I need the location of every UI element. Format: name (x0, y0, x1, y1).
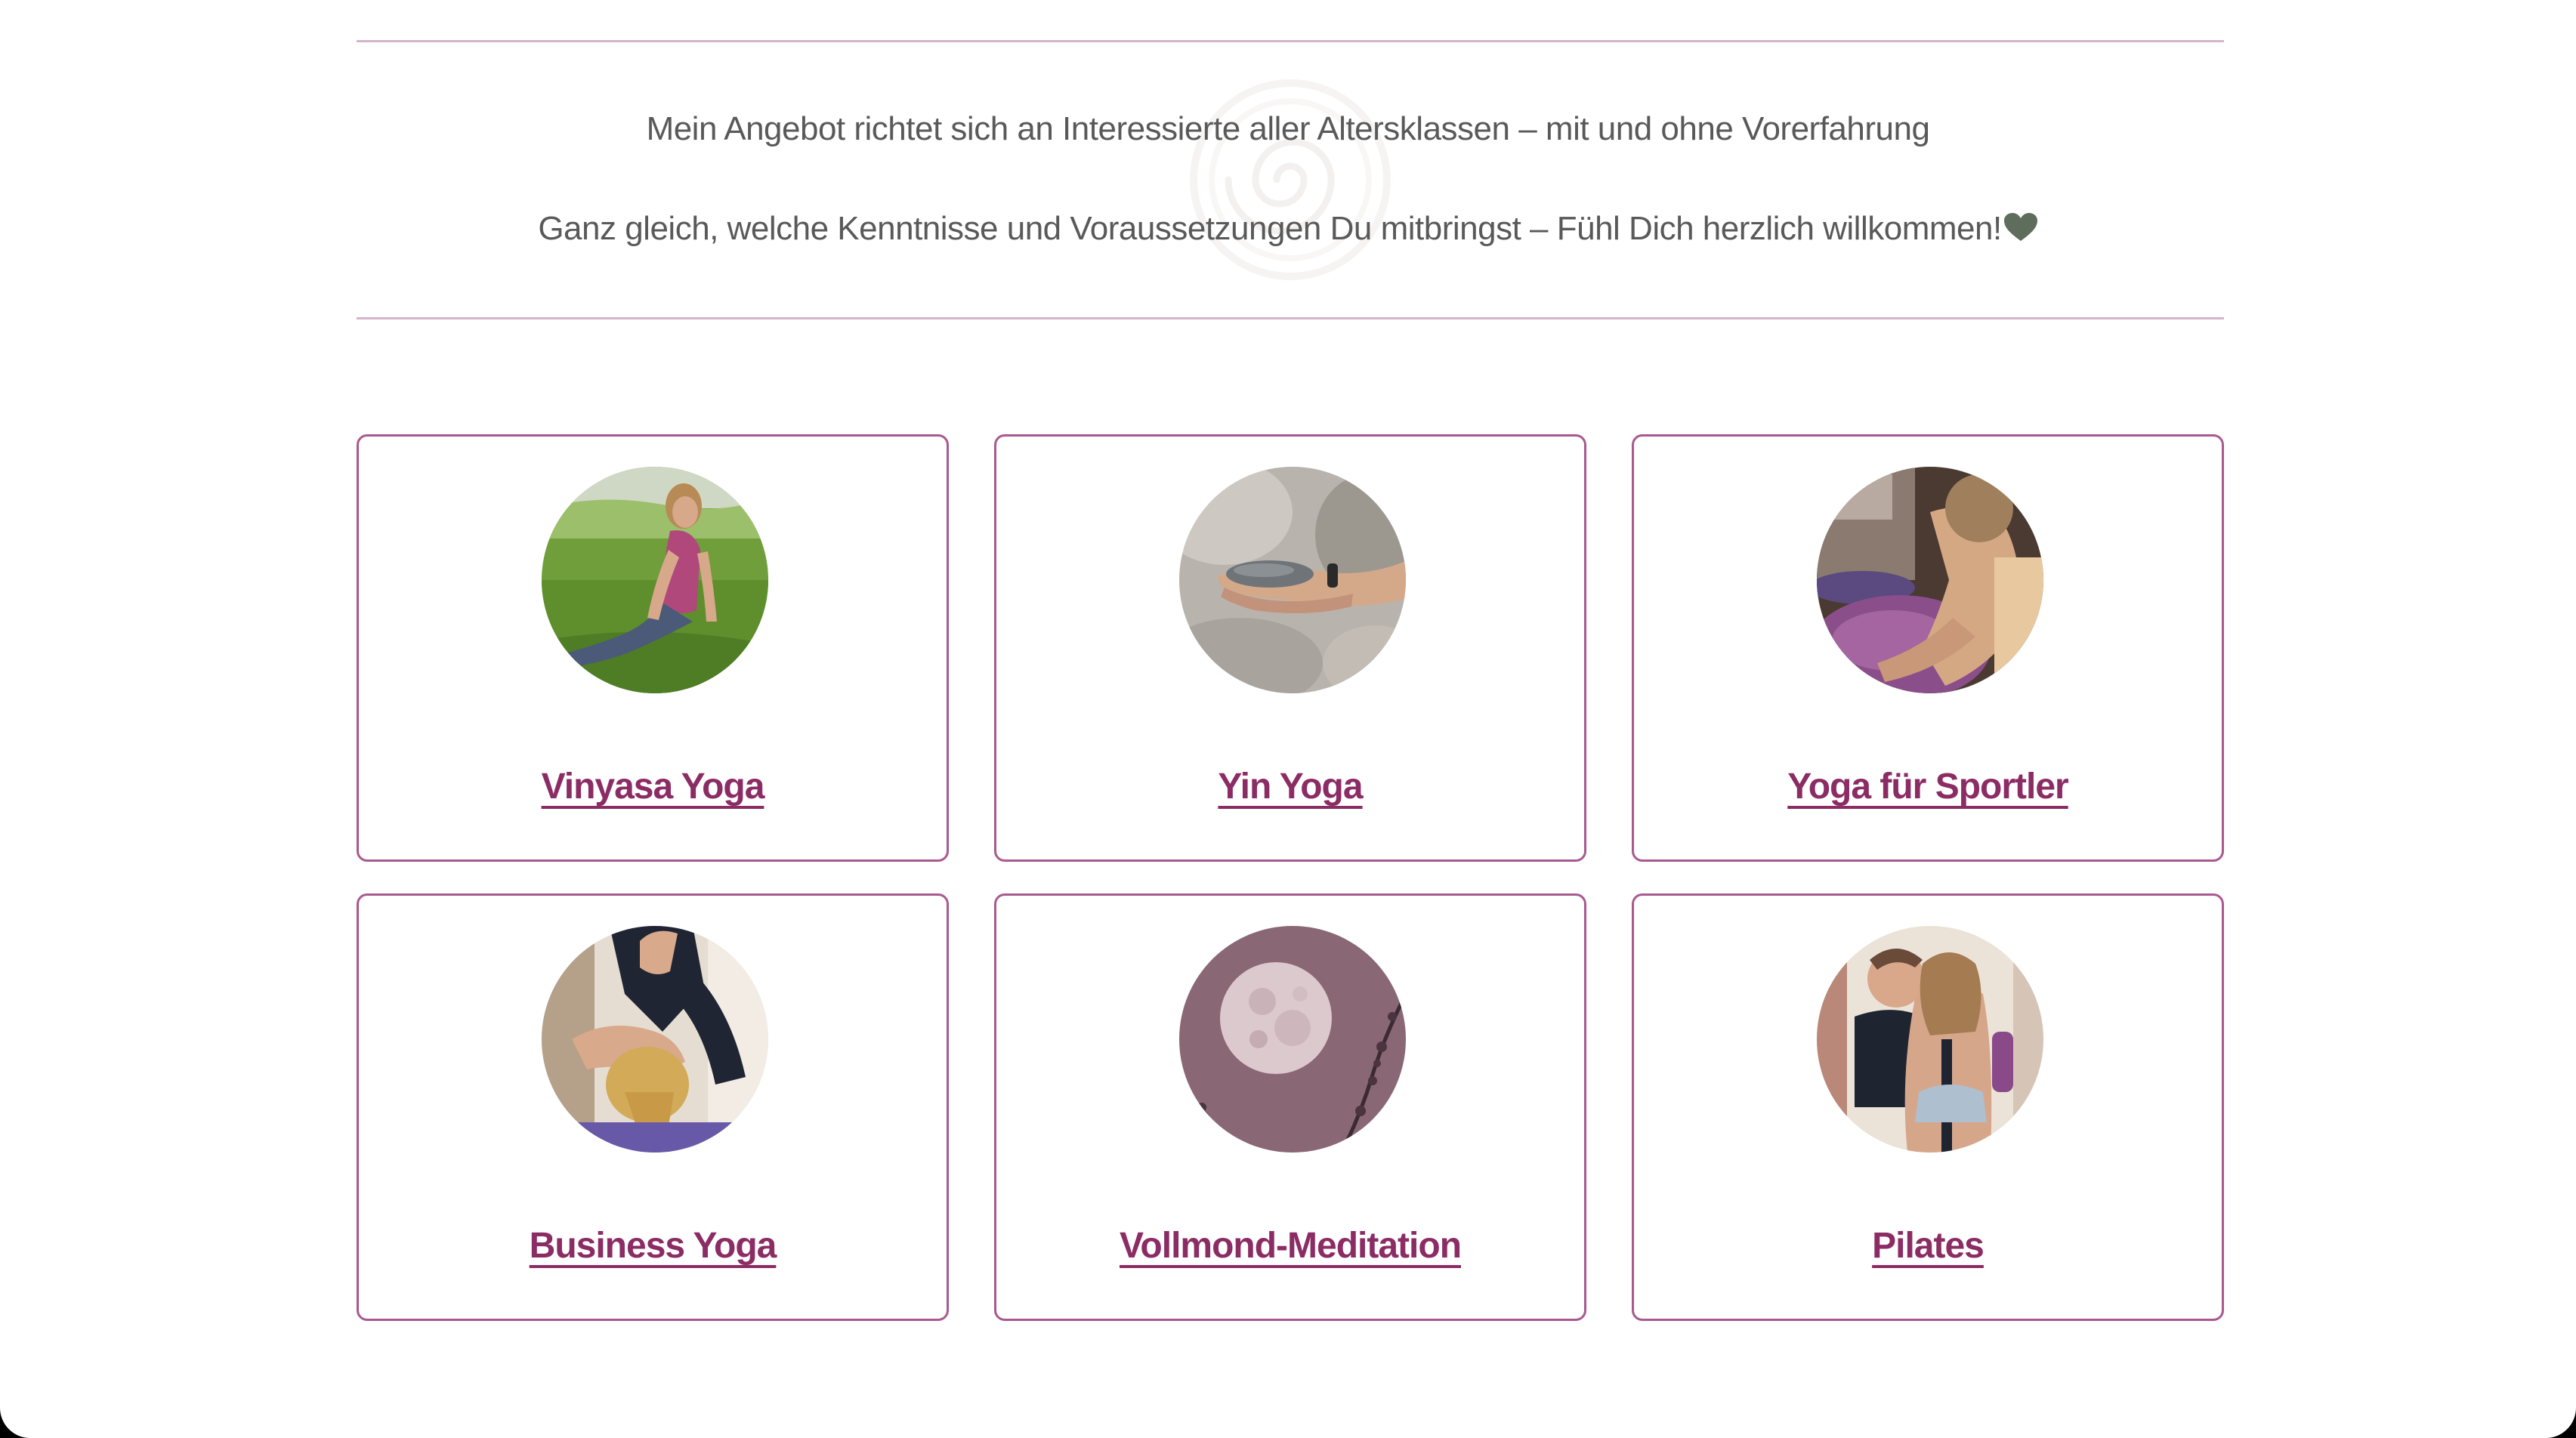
offer-photo-business-yoga[interactable] (542, 926, 768, 1153)
spiral-logo-icon (1190, 79, 1391, 280)
offer-title-vollmond-meditation[interactable]: Vollmond-Meditation (996, 1225, 1584, 1267)
offer-card-pilates[interactable]: Pilates (1632, 893, 2224, 1321)
offer-photo-pilates[interactable] (1817, 926, 2043, 1153)
intro-line-1: Mein Angebot richtet sich an Interessier… (646, 110, 1930, 147)
intro-line-2: Ganz gleich, welche Kenntnisse und Vorau… (0, 210, 2576, 248)
offer-card-vollmond-meditation[interactable]: Vollmond-Meditation (994, 893, 1586, 1321)
divider-top (357, 40, 2224, 42)
offer-title-yin-yoga[interactable]: Yin Yoga (996, 766, 1584, 807)
offer-card-vinyasa-yoga[interactable]: Vinyasa Yoga (357, 434, 949, 862)
offer-photo-vollmond-meditation[interactable] (1179, 926, 1406, 1153)
offer-card-yoga-fuer-sportler[interactable]: Yoga für Sportler (1632, 434, 2224, 862)
offer-card-yin-yoga[interactable]: Yin Yoga (994, 434, 1586, 862)
offer-card-business-yoga[interactable]: Business Yoga (357, 893, 949, 1321)
page: Mein Angebot richtet sich an Interessier… (0, 0, 2576, 1438)
offer-photo-yoga-fuer-sportler[interactable] (1817, 467, 2043, 693)
offer-title-yoga-fuer-sportler[interactable]: Yoga für Sportler (1634, 766, 2222, 807)
intro-line-2-text: Ganz gleich, welche Kenntnisse und Vorau… (538, 210, 2002, 247)
offer-title-pilates[interactable]: Pilates (1634, 1225, 2222, 1267)
divider-bottom (357, 317, 2224, 319)
heart-icon (2003, 213, 2037, 241)
offer-title-vinyasa-yoga[interactable]: Vinyasa Yoga (359, 766, 947, 807)
offer-photo-vinyasa-yoga[interactable] (542, 467, 768, 693)
offer-photo-yin-yoga[interactable] (1179, 467, 1406, 693)
offer-title-business-yoga[interactable]: Business Yoga (359, 1225, 947, 1267)
